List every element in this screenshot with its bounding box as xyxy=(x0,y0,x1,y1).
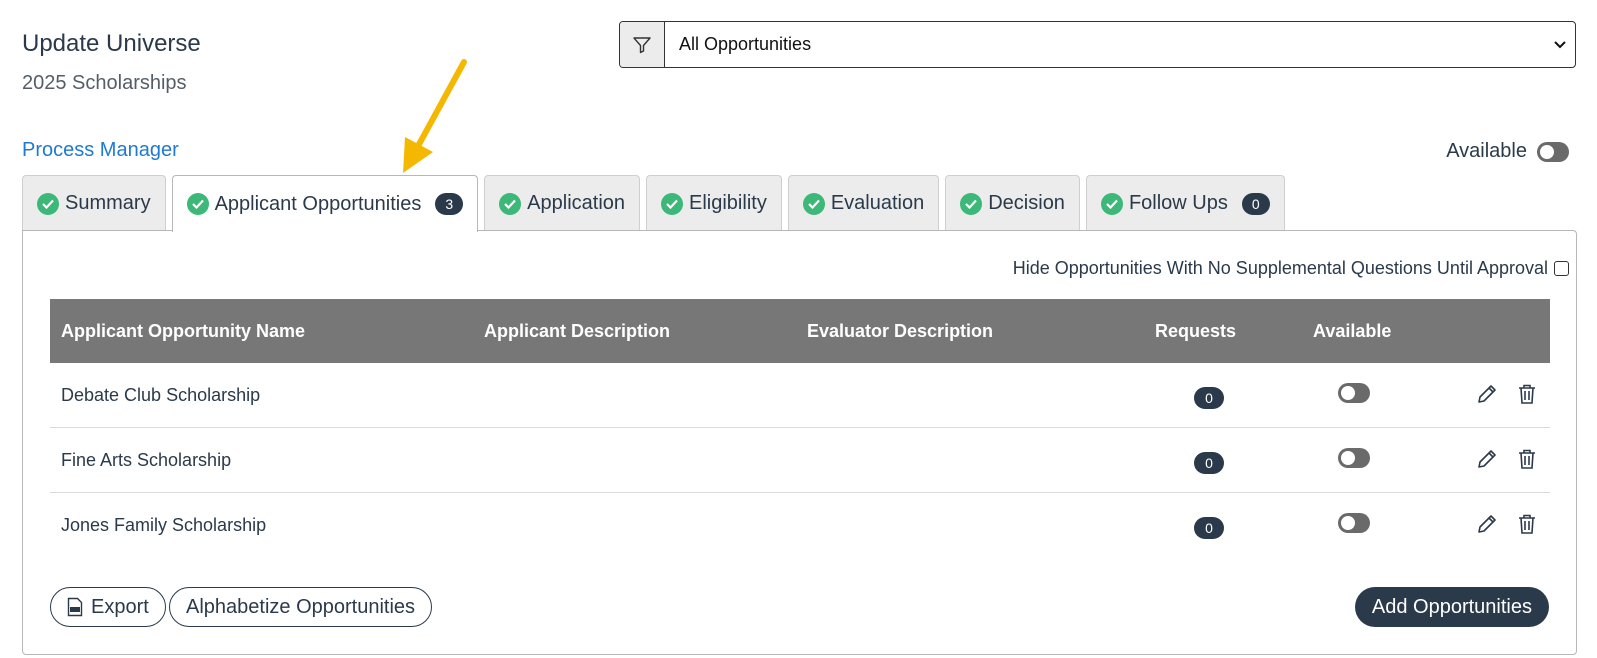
hide-opportunities-checkbox[interactable] xyxy=(1554,261,1569,276)
export-label: Export xyxy=(91,595,149,618)
trash-icon[interactable] xyxy=(1517,383,1537,410)
table-row: Jones Family Scholarship 0 xyxy=(50,493,1550,558)
annotation-arrow-icon xyxy=(403,59,467,173)
tab-bar: Summary Applicant Opportunities 3 Applic… xyxy=(22,175,1285,232)
table-row: Fine Arts Scholarship 0 xyxy=(50,428,1550,493)
tab-evaluation[interactable]: Evaluation xyxy=(787,175,940,231)
hide-opportunities-label: Hide Opportunities With No Supplemental … xyxy=(1012,258,1548,278)
available-toggle[interactable] xyxy=(1338,513,1370,533)
tab-decision[interactable]: Decision xyxy=(945,175,1080,231)
column-header-applicant-description[interactable]: Applicant Description xyxy=(484,321,670,342)
check-icon xyxy=(661,192,684,215)
tab-label: Application xyxy=(527,192,626,214)
count-badge: 3 xyxy=(435,193,464,215)
availability-label: Available xyxy=(1446,140,1527,162)
check-icon xyxy=(186,193,209,215)
edit-icon[interactable] xyxy=(1475,512,1499,541)
export-button[interactable]: Export xyxy=(50,587,166,627)
opportunity-name: Debate Club Scholarship xyxy=(61,385,261,405)
opportunity-name: Fine Arts Scholarship xyxy=(61,450,232,470)
table-row: Debate Club Scholarship 0 xyxy=(50,363,1550,428)
tab-label: Eligibility xyxy=(689,192,767,214)
alphabetize-button[interactable]: Alphabetize Opportunities xyxy=(169,587,433,627)
requests-badge: 0 xyxy=(1194,387,1224,409)
column-header-evaluator-description[interactable]: Evaluator Description xyxy=(807,321,993,342)
tab-label: Applicant Opportunities xyxy=(214,192,422,215)
edit-icon[interactable] xyxy=(1475,382,1499,411)
count-badge: 0 xyxy=(1241,192,1270,215)
tab-label: Summary xyxy=(65,192,151,214)
column-header-available[interactable]: Available xyxy=(1313,321,1391,342)
check-icon xyxy=(802,192,825,215)
tab-summary[interactable]: Summary xyxy=(22,175,166,231)
check-icon xyxy=(1100,192,1123,215)
tab-label: Decision xyxy=(988,192,1065,214)
check-icon xyxy=(960,192,983,215)
page-subtitle: 2025 Scholarships xyxy=(22,72,187,94)
column-header-name[interactable]: Applicant Opportunity Name xyxy=(61,321,305,342)
available-toggle[interactable] xyxy=(1338,383,1370,403)
tab-label: Follow Ups xyxy=(1128,192,1228,214)
table-header: Applicant Opportunity Name Applicant Des… xyxy=(50,299,1550,363)
trash-icon[interactable] xyxy=(1517,448,1537,475)
tab-applicant-opportunities[interactable]: Applicant Opportunities 3 xyxy=(171,175,479,232)
filter-select-value[interactable]: All Opportunities xyxy=(665,22,1545,67)
tab-application[interactable]: Application xyxy=(484,175,641,231)
hide-opportunities-option[interactable]: Hide Opportunities With No Supplemental … xyxy=(1013,258,1569,279)
csv-file-icon xyxy=(67,597,83,617)
filter-button[interactable] xyxy=(620,22,665,67)
add-opportunities-button[interactable]: Add Opportunities xyxy=(1354,587,1549,627)
check-icon xyxy=(499,192,522,215)
opportunity-name: Jones Family Scholarship xyxy=(61,515,267,535)
tab-eligibility[interactable]: Eligibility xyxy=(646,175,782,231)
tab-label: Evaluation xyxy=(830,192,925,214)
requests-badge: 0 xyxy=(1194,517,1224,539)
check-icon xyxy=(37,192,59,215)
filter-icon xyxy=(633,36,651,53)
page-title: Update Universe xyxy=(22,30,201,57)
process-manager-link[interactable]: Process Manager xyxy=(22,139,179,162)
availability-control: Available xyxy=(1446,140,1569,163)
alphabetize-label: Alphabetize Opportunities xyxy=(186,595,416,618)
requests-badge: 0 xyxy=(1194,452,1224,474)
opportunity-filter[interactable]: All Opportunities xyxy=(619,21,1576,68)
column-header-requests[interactable]: Requests xyxy=(1155,321,1236,342)
add-opportunities-label: Add Opportunities xyxy=(1371,595,1532,618)
chevron-down-icon xyxy=(1545,22,1575,67)
tab-follow-ups[interactable]: Follow Ups 0 xyxy=(1085,175,1285,231)
availability-toggle[interactable] xyxy=(1537,141,1569,162)
trash-icon[interactable] xyxy=(1517,513,1537,540)
available-toggle[interactable] xyxy=(1338,448,1370,468)
edit-icon[interactable] xyxy=(1475,447,1499,476)
